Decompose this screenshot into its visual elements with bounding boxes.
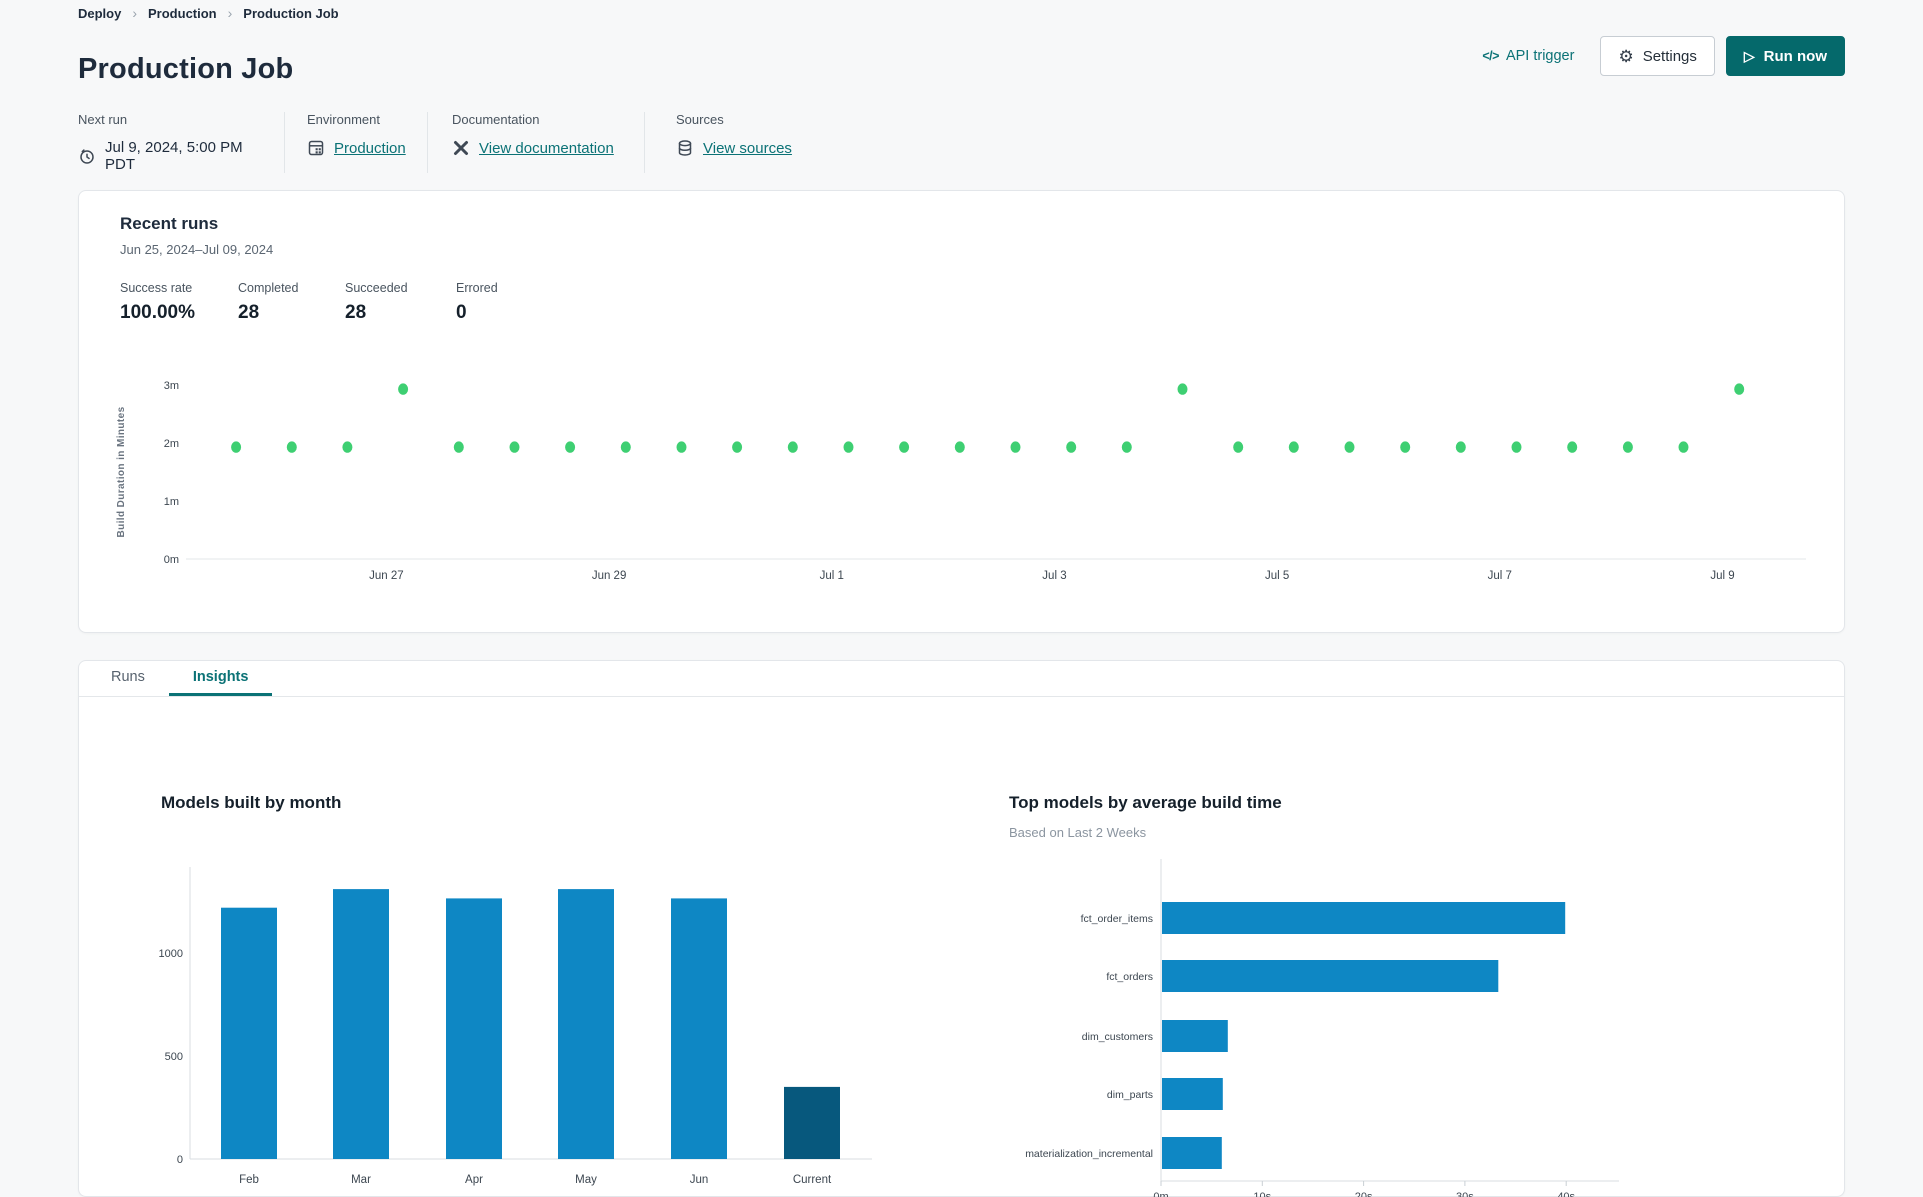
svg-text:materialization_incremental: materialization_incremental <box>1025 1148 1153 1160</box>
svg-text:Jun 27: Jun 27 <box>369 570 404 582</box>
recent-runs-title: Recent runs <box>120 214 219 233</box>
view-sources-link[interactable]: View sources <box>703 140 792 157</box>
stat-errored: Errored 0 <box>456 281 498 323</box>
top-models-title: Top models by average build time <box>1009 793 1282 812</box>
breadcrumb-production-job: Production Job <box>243 5 339 21</box>
environment-label: Environment <box>307 112 380 127</box>
svg-text:0m: 0m <box>164 554 179 566</box>
models-by-month-chart: 0 500 1000 Feb Mar Apr May Jun Current <box>157 859 897 1197</box>
svg-text:500: 500 <box>165 1051 183 1063</box>
settings-label: Settings <box>1642 47 1697 65</box>
svg-text:Build Duration in Minutes: Build Duration in Minutes <box>116 406 127 537</box>
view-documentation-link[interactable]: View documentation <box>479 140 614 157</box>
chevron-right-icon: › <box>132 5 138 21</box>
next-run-label: Next run <box>78 112 128 127</box>
job-meta-row: Next run Jul 9, 2024, 5:00 PM PDT Enviro… <box>78 112 792 173</box>
stat-success-rate: Success rate 100.00% <box>120 281 196 323</box>
stat-completed: Completed 28 <box>238 281 299 323</box>
svg-text:Jun: Jun <box>690 1174 709 1186</box>
svg-text:Apr: Apr <box>465 1174 483 1186</box>
breadcrumb-deploy[interactable]: Deploy <box>78 6 121 21</box>
svg-text:2m: 2m <box>164 438 179 450</box>
svg-text:dim_parts: dim_parts <box>1107 1089 1153 1101</box>
tabstrip: Runs Insights <box>79 661 1844 697</box>
svg-text:1000: 1000 <box>159 948 183 960</box>
svg-text:40s: 40s <box>1557 1191 1575 1197</box>
svg-text:20s: 20s <box>1355 1191 1373 1197</box>
environment-icon <box>307 139 325 157</box>
settings-button[interactable]: ⚙ Settings <box>1600 36 1715 76</box>
svg-text:30s: 30s <box>1456 1191 1474 1197</box>
run-now-button[interactable]: ▷ Run now <box>1725 36 1845 76</box>
breadcrumb: Deploy › Production › Production Job <box>78 5 339 21</box>
meta-environment: Environment Production <box>307 112 428 173</box>
documentation-label: Documentation <box>452 112 540 127</box>
run-now-label: Run now <box>1763 47 1827 65</box>
top-models-chart: 0m 10s 20s 30s 40s fct_order_items fct_ordersd… <box>1009 859 1669 1197</box>
svg-text:0: 0 <box>177 1154 183 1166</box>
tab-runs[interactable]: Runs <box>87 661 169 696</box>
svg-text:Mar: Mar <box>351 1174 371 1186</box>
svg-text:Jun 29: Jun 29 <box>592 570 627 582</box>
svg-text:Jul 7: Jul 7 <box>1488 570 1512 582</box>
code-icon: </> <box>1482 49 1499 63</box>
svg-text:fct_order_items: fct_order_items <box>1081 913 1153 925</box>
insights-panel: Models built by month Top models by aver… <box>79 697 1844 1197</box>
next-run-value: Jul 9, 2024, 5:00 PM PDT <box>105 139 243 173</box>
meta-sources: Sources View sources <box>676 112 792 173</box>
svg-text:Jul 9: Jul 9 <box>1710 570 1734 582</box>
play-icon: ▷ <box>1743 48 1755 64</box>
svg-text:0m: 0m <box>1153 1191 1168 1197</box>
breadcrumb-production[interactable]: Production <box>148 6 217 21</box>
database-icon <box>676 139 694 157</box>
recent-runs-card: Recent runs Jun 25, 2024–Jul 09, 2024 Su… <box>78 190 1845 633</box>
header-actions: </> API trigger ⚙ Settings ▷ Run now <box>1482 36 1845 76</box>
svg-text:1m: 1m <box>164 496 179 508</box>
tab-insights[interactable]: Insights <box>168 661 273 696</box>
svg-text:10s: 10s <box>1253 1191 1271 1197</box>
chevron-right-icon: › <box>227 5 233 21</box>
svg-text:May: May <box>575 1174 597 1186</box>
top-models-subtitle: Based on Last 2 Weeks <box>1009 825 1147 840</box>
build-duration-scatter-chart: 0m 1m 2m 3m Jun 27 Jun 29 Jul 1 Jul 3 Jul 5 Jul 7… <box>101 367 1811 597</box>
api-trigger-label: API trigger <box>1505 48 1575 64</box>
svg-text:Jul 1: Jul 1 <box>820 570 844 582</box>
gear-icon: ⚙ <box>1618 46 1634 66</box>
svg-text:dim_customers: dim_customers <box>1082 1031 1153 1043</box>
svg-text:Jul 5: Jul 5 <box>1265 570 1289 582</box>
alarm-clock-icon <box>78 147 96 165</box>
environment-link[interactable]: Production <box>334 140 406 157</box>
recent-runs-date-range: Jun 25, 2024–Jul 09, 2024 <box>120 242 274 257</box>
production-job-page: Deploy › Production › Production Job Pro… <box>0 0 1923 1197</box>
dbt-docs-icon <box>452 139 470 157</box>
models-by-month-title: Models built by month <box>161 793 342 812</box>
svg-text:fct_orders: fct_orders <box>1106 971 1153 983</box>
page-title: Production Job <box>78 53 294 86</box>
sources-label: Sources <box>676 112 724 127</box>
stat-succeeded: Succeeded 28 <box>345 281 408 323</box>
api-trigger-link[interactable]: </> API trigger <box>1482 48 1574 64</box>
svg-text:Feb: Feb <box>239 1174 259 1186</box>
recent-runs-stats: Success rate 100.00% Completed 28 Succee… <box>120 281 498 324</box>
job-detail-card: Runs Insights Models built by month Top … <box>78 660 1845 1197</box>
svg-text:3m: 3m <box>164 380 179 392</box>
svg-text:Current: Current <box>793 1174 832 1186</box>
svg-text:Jul 3: Jul 3 <box>1042 570 1066 582</box>
meta-documentation: Documentation View documentation <box>452 112 645 173</box>
meta-next-run: Next run Jul 9, 2024, 5:00 PM PDT <box>78 112 285 173</box>
